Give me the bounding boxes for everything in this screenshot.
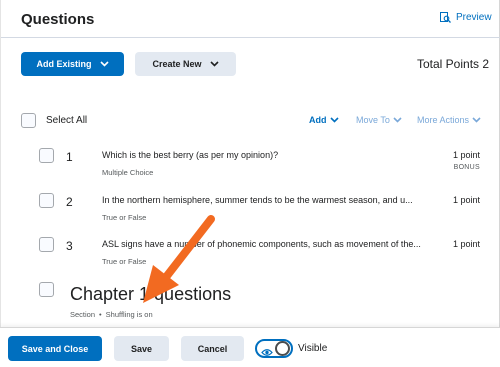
question-checkbox[interactable]: [39, 193, 54, 208]
chevron-down-icon: [209, 59, 219, 69]
chevron-down-icon: [393, 115, 402, 125]
more-actions-label: More Actions: [417, 115, 470, 125]
question-text[interactable]: In the northern hemisphere, summer tends…: [102, 195, 440, 205]
section-separator: •: [99, 310, 102, 319]
preview-label: Preview: [456, 12, 492, 23]
chevron-down-icon: [99, 59, 109, 69]
move-to-label: Move To: [356, 115, 390, 125]
visibility-toggle[interactable]: [255, 339, 293, 358]
bonus-badge: BONUS: [453, 164, 480, 171]
question-number: 2: [66, 195, 73, 209]
more-actions-button[interactable]: More Actions: [417, 115, 481, 125]
question-points: 1 point: [452, 150, 480, 160]
annotation-arrow-icon: [143, 215, 215, 303]
add-label: Add: [309, 115, 327, 125]
question-number: 1: [66, 150, 73, 164]
cancel-button[interactable]: Cancel: [181, 336, 244, 361]
select-all-checkbox[interactable]: [21, 113, 36, 128]
section-checkbox[interactable]: [39, 282, 54, 297]
question-points: 1 point: [452, 239, 480, 249]
total-points: Total Points 2: [417, 57, 490, 71]
save-and-close-button[interactable]: Save and Close: [8, 336, 102, 361]
move-to-button[interactable]: Move To: [356, 115, 402, 125]
question-checkbox[interactable]: [39, 148, 54, 163]
footer-bar: Save and Close Save Cancel Visible: [0, 327, 500, 367]
page-title: Questions: [21, 11, 95, 28]
panel-header: Questions Preview: [1, 0, 500, 38]
question-checkbox[interactable]: [39, 237, 54, 252]
chevron-down-icon: [329, 115, 339, 125]
question-text[interactable]: Which is the best berry (as per my opini…: [102, 150, 440, 160]
chevron-down-icon: [472, 115, 481, 125]
toggle-knob: [275, 341, 290, 356]
question-number: 3: [66, 239, 73, 253]
section-kind: Section: [70, 310, 96, 319]
create-new-label: Create New: [152, 59, 202, 69]
add-existing-label: Add Existing: [36, 59, 92, 69]
question-points: 1 point: [452, 195, 480, 205]
add-menu-button[interactable]: Add: [309, 115, 339, 125]
section-meta: Section • Shuffling is on: [70, 310, 153, 319]
question-type: Multiple Choice: [102, 168, 154, 177]
save-button[interactable]: Save: [114, 336, 169, 361]
create-new-button[interactable]: Create New: [135, 52, 236, 76]
add-existing-button[interactable]: Add Existing: [21, 52, 124, 76]
preview-icon: [440, 12, 451, 23]
eye-icon: [261, 344, 273, 362]
questions-panel: Questions Preview Add Existing Create Ne…: [0, 0, 500, 327]
select-all-label: Select All: [46, 115, 88, 126]
section-shuffling-status: Shuffling is on: [105, 310, 153, 319]
preview-link[interactable]: Preview: [440, 12, 492, 23]
visible-label: Visible: [298, 343, 328, 354]
